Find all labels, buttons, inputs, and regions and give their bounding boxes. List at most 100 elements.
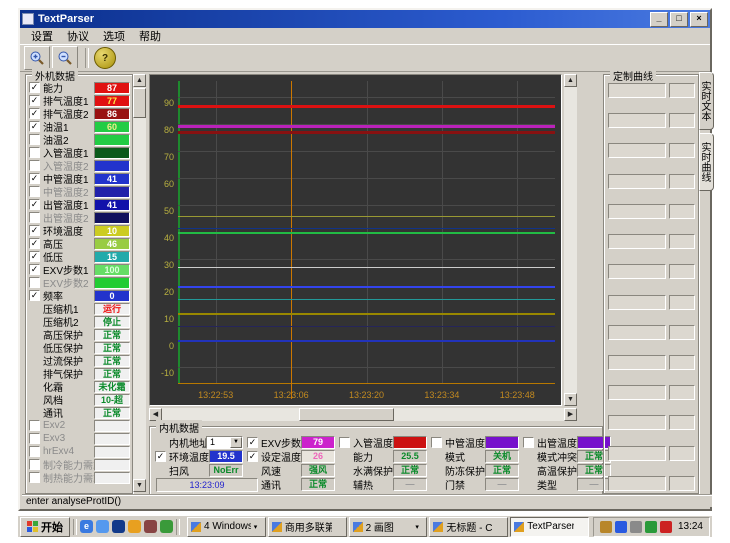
item-checkbox[interactable]: [29, 251, 40, 262]
item-checkbox[interactable]: [29, 199, 40, 210]
item-checkbox[interactable]: [29, 277, 40, 288]
titlebar[interactable]: TextParser _ □ ×: [20, 10, 710, 28]
item-checkbox[interactable]: [29, 238, 40, 249]
zoom-out-button[interactable]: [52, 46, 78, 70]
help-button[interactable]: ?: [94, 47, 116, 69]
folder-app-icon[interactable]: [128, 520, 141, 533]
taskbar-task-button[interactable]: TextParser ▾: [510, 517, 589, 537]
item-checkbox[interactable]: [29, 160, 40, 171]
green-app-icon[interactable]: [160, 520, 173, 533]
custom-curve-name-field[interactable]: [608, 295, 666, 310]
menu-item[interactable]: 帮助: [132, 27, 168, 45]
menu-item[interactable]: 协议: [60, 27, 96, 45]
custom-curve-value-field[interactable]: [669, 415, 695, 430]
custom-curve-value-field[interactable]: [669, 113, 695, 128]
custom-curve-value-field[interactable]: [669, 204, 695, 219]
scroll-down-button[interactable]: ▼: [133, 479, 146, 492]
indoor-checkbox[interactable]: [431, 437, 442, 448]
custom-curve-name-field[interactable]: [608, 415, 666, 430]
item-checkbox[interactable]: [29, 212, 40, 223]
chart-scroll-down-button[interactable]: ▼: [564, 393, 577, 406]
item-checkbox[interactable]: [29, 264, 40, 275]
custom-curve-value-field[interactable]: [669, 385, 695, 400]
custom-curve-value-field[interactable]: [669, 295, 695, 310]
indoor-checkbox[interactable]: [523, 437, 534, 448]
ie-icon[interactable]: e: [80, 520, 93, 533]
custom-curve-name-field[interactable]: [608, 83, 666, 98]
minimize-button[interactable]: _: [650, 12, 668, 27]
plot-area[interactable]: [178, 81, 555, 383]
antivirus-tray-icon[interactable]: [645, 521, 657, 533]
custom-curve-name-field[interactable]: [608, 174, 666, 189]
taskbar-task-button[interactable]: 无标题 - C... ▾: [429, 517, 508, 537]
item-checkbox[interactable]: [29, 121, 40, 132]
start-label: 开始: [41, 519, 63, 535]
item-checkbox[interactable]: [29, 472, 40, 483]
indoor-checkbox[interactable]: [339, 437, 350, 448]
custom-curve-value-field[interactable]: [669, 143, 695, 158]
close-button[interactable]: ×: [690, 12, 708, 27]
menu-item[interactable]: 设置: [24, 27, 60, 45]
custom-curve-name-field[interactable]: [608, 325, 666, 340]
msn-icon[interactable]: [112, 520, 125, 533]
indoor-checkbox[interactable]: [247, 451, 258, 462]
side-tab[interactable]: 实时文本: [699, 72, 714, 130]
custom-curve-name-field[interactable]: [608, 355, 666, 370]
item-checkbox[interactable]: [29, 459, 40, 470]
outdoor-scrollbar[interactable]: ▲ ▼: [133, 74, 146, 492]
custom-curve-value-field[interactable]: [669, 234, 695, 249]
chart-scroll-right-button[interactable]: ▶: [564, 408, 577, 421]
update-tray-icon[interactable]: [630, 521, 642, 533]
start-button[interactable]: 开始: [20, 517, 70, 537]
custom-curve-name-field[interactable]: [608, 446, 666, 461]
custom-curve-value-field[interactable]: [669, 83, 695, 98]
custom-curve-name-field[interactable]: [608, 264, 666, 279]
scroll-thumb[interactable]: [133, 88, 146, 118]
custom-curve-value-field[interactable]: [669, 325, 695, 340]
chart-horizontal-scrollbar[interactable]: ◀ ▶: [149, 408, 577, 421]
chart-scroll-up-button[interactable]: ▲: [564, 74, 577, 87]
zoom-in-button[interactable]: [24, 46, 50, 70]
custom-curve-row: [608, 355, 695, 370]
browser-icon[interactable]: [96, 520, 109, 533]
taskbar-task-button[interactable]: 商用多联第... ▾: [268, 517, 347, 537]
maximize-button[interactable]: □: [670, 12, 688, 27]
custom-curve-value-field[interactable]: [669, 476, 695, 491]
custom-curve-name-field[interactable]: [608, 143, 666, 158]
item-checkbox[interactable]: [29, 134, 40, 145]
item-value-badge: [94, 433, 130, 445]
custom-curve-name-field[interactable]: [608, 204, 666, 219]
chart-vertical-scrollbar[interactable]: ▲ ▼: [564, 74, 577, 406]
item-checkbox[interactable]: [29, 420, 40, 431]
item-checkbox[interactable]: [29, 95, 40, 106]
custom-curve-name-field[interactable]: [608, 234, 666, 249]
custom-curve-value-field[interactable]: [669, 174, 695, 189]
custom-curve-value-field[interactable]: [669, 264, 695, 279]
indoor-checkbox[interactable]: [247, 437, 258, 448]
custom-curve-name-field[interactable]: [608, 476, 666, 491]
custom-curve-name-field[interactable]: [608, 385, 666, 400]
item-checkbox[interactable]: [29, 446, 40, 457]
custom-curve-name-field[interactable]: [608, 113, 666, 128]
item-checkbox[interactable]: [29, 82, 40, 93]
pointer-tray-icon[interactable]: [600, 521, 612, 533]
chart-scroll-thumb[interactable]: [299, 408, 394, 421]
item-checkbox[interactable]: [29, 225, 40, 236]
item-checkbox[interactable]: [29, 147, 40, 158]
item-checkbox[interactable]: [29, 173, 40, 184]
side-tab[interactable]: 实时曲线: [699, 133, 714, 191]
custom-curve-value-field[interactable]: [669, 355, 695, 370]
indoor-checkbox[interactable]: [155, 451, 166, 462]
custom-curve-value-field[interactable]: [669, 446, 695, 461]
menu-item[interactable]: 选项: [96, 27, 132, 45]
item-checkbox[interactable]: [29, 186, 40, 197]
scroll-up-button[interactable]: ▲: [133, 74, 146, 87]
taskbar-task-button[interactable]: 2 画图 ▾: [349, 517, 428, 537]
alarm-tray-icon[interactable]: [660, 521, 672, 533]
item-checkbox[interactable]: [29, 433, 40, 444]
media-player-icon[interactable]: [144, 520, 157, 533]
item-checkbox[interactable]: [29, 108, 40, 119]
messenger-tray-icon[interactable]: [615, 521, 627, 533]
taskbar-task-button[interactable]: 4 Windows... ▾: [187, 517, 266, 537]
item-checkbox[interactable]: [29, 290, 40, 301]
